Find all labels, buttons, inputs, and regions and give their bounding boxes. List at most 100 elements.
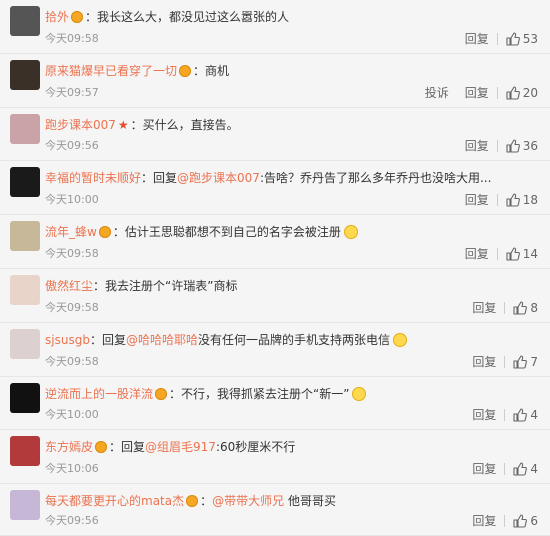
member-badge-icon (155, 388, 168, 400)
comment-text: ：买什么，直接告。 (130, 118, 239, 132)
comment-row: 逆流而上的一股洋流 ：不行，我得抓紧去注册个“新一” 今天10:00 回复 4 (0, 377, 550, 430)
reply-button[interactable]: 回复 (457, 137, 497, 154)
comment-row: sjsusgb：回复@哈哈哈耶哈没有任何一品牌的手机支持两张电信 今天09:58 回… (0, 323, 550, 377)
like-button[interactable]: 18 (498, 193, 538, 207)
like-button[interactable]: 36 (498, 139, 538, 153)
mention-link[interactable]: @组眉毛917 (145, 440, 216, 454)
comment-time: 今天09:57 (45, 86, 99, 99)
like-button[interactable]: 20 (498, 86, 538, 100)
comment-content: 跑步课本007 ★ ：买什么，直接告。 (45, 117, 540, 133)
comment-actions: 投诉 回复 20 (417, 84, 538, 101)
comment-list: 拾外 ：我长这么大，都没见过这么嚣张的人 今天09:58 回复 53 原来猫爆早已看穿了一… (0, 0, 550, 536)
avatar[interactable] (10, 329, 40, 359)
comment-text: ：我长这么大，都没见过这么嚣张的人 (85, 10, 290, 24)
star-badge-icon: ★ (117, 118, 129, 132)
like-button[interactable]: 14 (498, 247, 538, 261)
reply-button[interactable]: 回复 (457, 191, 497, 208)
avatar[interactable] (10, 275, 40, 305)
reply-button[interactable]: 回复 (457, 30, 497, 47)
reply-button[interactable]: 回复 (457, 245, 497, 262)
thumbs-up-icon (506, 85, 520, 100)
comment-time: 今天09:56 (45, 514, 99, 527)
comment-text: :60秒厘米不行 (215, 440, 296, 454)
comment-content: 原来猫爆早已看穿了一切 ：商机 (45, 63, 540, 79)
comment-actions: 回复 18 (457, 191, 538, 208)
like-button[interactable]: 7 (505, 355, 538, 369)
comment-time: 今天09:58 (45, 32, 99, 45)
comment-row: 原来猫爆早已看穿了一切 ：商机 今天09:57 投诉 回复 20 (0, 54, 550, 108)
reply-prefix: ：回复 (109, 440, 146, 454)
avatar[interactable] (10, 114, 40, 144)
member-badge-icon (95, 441, 108, 453)
mention-link[interactable]: @跑步课本007 (177, 171, 260, 185)
comment-row: 幸福的暂时未顺好：回复@跑步课本007:告啥？乔丹告了那么多年乔丹也没啥大用..… (0, 161, 550, 215)
reply-button[interactable]: 回复 (464, 460, 504, 477)
thumbs-up-icon (513, 513, 528, 528)
username-link[interactable]: 原来猫爆早已看穿了一切 (45, 64, 177, 78)
comment-text: ：我去注册个“许瑞表”商标 (93, 279, 238, 293)
comment-actions: 回复 53 (457, 30, 538, 47)
thumbs-up-icon (513, 407, 528, 422)
member-badge-icon (98, 226, 111, 238)
reply-prefix: ：回复 (141, 171, 178, 185)
comment-row: 东方嫣皮 ：回复@组眉毛917:60秒厘米不行今天10:06 回复 4 (0, 430, 550, 484)
avatar[interactable] (10, 490, 40, 520)
comment-actions: 回复 8 (464, 299, 538, 316)
comment-row: 流年_蜂w ：估计王思聪都想不到自己的名字会被注册 今天09:58 回复 14 (0, 215, 550, 269)
like-count: 20 (522, 85, 538, 100)
reply-button[interactable]: 回复 (457, 84, 497, 101)
username-link[interactable]: 拾外 (45, 10, 69, 24)
avatar[interactable] (10, 167, 40, 197)
comment-time: 今天09:56 (45, 139, 99, 152)
like-button[interactable]: 53 (498, 32, 538, 46)
username-link[interactable]: 东方嫣皮 (45, 440, 93, 454)
comment-time: 今天10:06 (45, 462, 99, 475)
comment-time: 今天10:00 (45, 408, 99, 421)
like-button[interactable]: 4 (505, 408, 538, 422)
comment-text: :告啥？乔丹告了那么多年乔丹也没啥大用... (259, 171, 492, 185)
like-button[interactable]: 6 (505, 514, 538, 528)
comment-content: 逆流而上的一股洋流 ：不行，我得抓紧去注册个“新一” (45, 386, 540, 402)
username-link[interactable]: 每天都要更开心的mata杰 (45, 494, 184, 508)
avatar[interactable] (10, 6, 40, 36)
reply-button[interactable]: 回复 (464, 406, 504, 423)
mention-link[interactable]: @带带大师兄 (212, 494, 284, 508)
like-count: 18 (522, 192, 538, 207)
member-badge-icon (186, 495, 199, 507)
comment-text: ：估计王思聪都想不到自己的名字会被注册 (112, 225, 341, 239)
comment-actions: 回复 4 (464, 406, 538, 423)
comment-time: 今天09:58 (45, 355, 99, 368)
avatar[interactable] (10, 383, 40, 413)
thumbs-up-icon (513, 354, 528, 369)
reply-prefix: ：回复 (89, 333, 126, 347)
mention-link[interactable]: @哈哈哈耶哈 (126, 333, 198, 347)
member-badge-icon (71, 11, 84, 23)
comment-time: 今天09:58 (45, 301, 99, 314)
reply-button[interactable]: 回复 (464, 512, 504, 529)
avatar[interactable] (10, 436, 40, 466)
like-button[interactable]: 4 (505, 462, 538, 476)
comment-actions: 回复 14 (457, 245, 538, 262)
report-button[interactable]: 投诉 (417, 84, 457, 101)
member-badge-icon (179, 65, 192, 77)
emoji-icon (352, 387, 367, 401)
username-link[interactable]: 逆流而上的一股洋流 (45, 387, 153, 401)
username-link[interactable]: 流年_蜂w (45, 225, 97, 239)
comment-row: 每天都要更开心的mata杰 ：@带带大师兄 他哥哥买 今天09:56 回复 6 (0, 484, 550, 536)
comment-actions: 回复 36 (457, 137, 538, 154)
username-link[interactable]: sjsusgb (45, 333, 90, 347)
username-link[interactable]: 幸福的暂时未顺好 (45, 171, 141, 185)
thumbs-up-icon (513, 461, 528, 476)
username-link[interactable]: 跑步课本007 (45, 118, 116, 132)
avatar[interactable] (10, 221, 40, 251)
comment-actions: 回复 4 (464, 460, 538, 477)
username-link[interactable]: 傲然红尘 (45, 279, 93, 293)
avatar[interactable] (10, 60, 40, 90)
comment-time: 今天09:58 (45, 247, 99, 260)
reply-button[interactable]: 回复 (464, 299, 504, 316)
like-button[interactable]: 8 (505, 301, 538, 315)
comment-row: 傲然红尘：我去注册个“许瑞表”商标今天09:58 回复 8 (0, 269, 550, 323)
reply-button[interactable]: 回复 (464, 353, 504, 370)
comment-content: sjsusgb：回复@哈哈哈耶哈没有任何一品牌的手机支持两张电信 (45, 332, 540, 348)
like-count: 36 (522, 138, 538, 153)
